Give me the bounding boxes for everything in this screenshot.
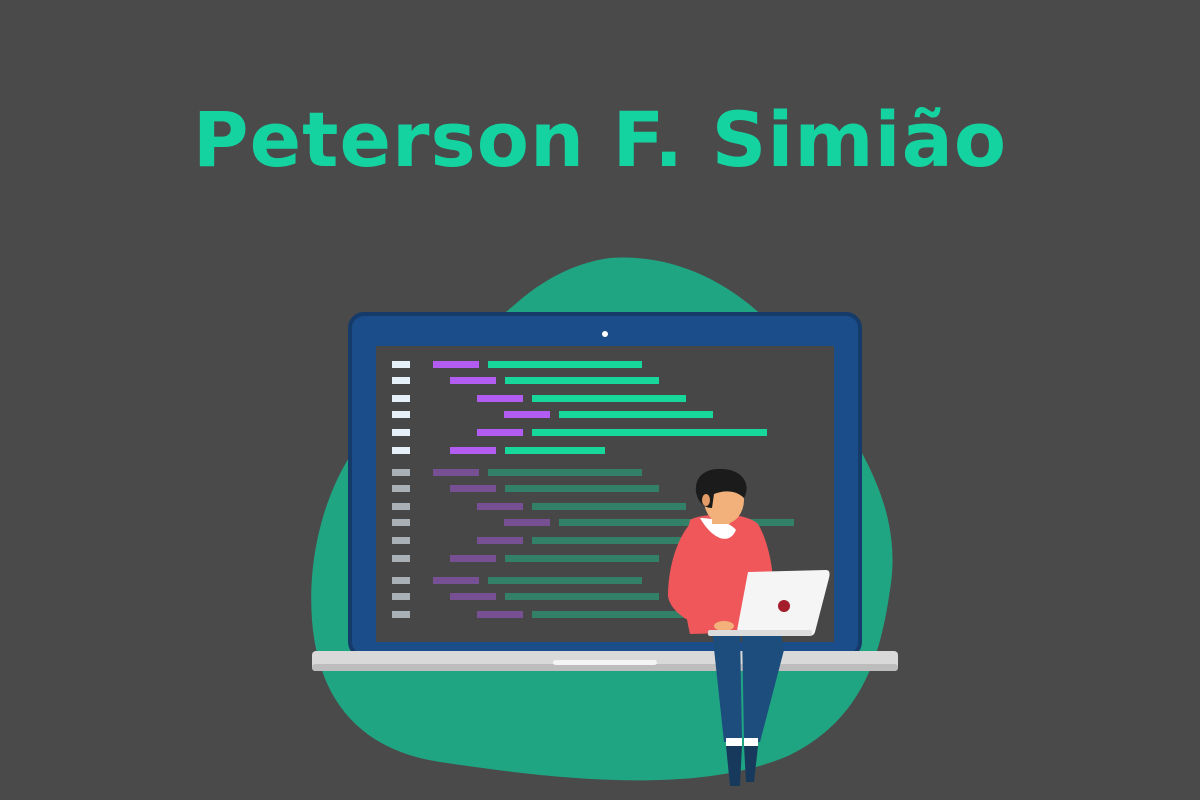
ear: [702, 494, 710, 506]
code-value-bar: [488, 361, 642, 368]
line-number-mark: [392, 519, 410, 526]
trackpad-notch: [553, 660, 657, 665]
laptop-base-shadow: [312, 664, 898, 671]
code-value-bar: [532, 611, 686, 618]
code-value-bar: [532, 429, 767, 436]
line-number-mark: [392, 555, 410, 562]
line-number-mark: [392, 469, 410, 476]
line-number-mark: [392, 411, 410, 418]
code-keyword-bar: [450, 447, 496, 454]
code-value-bar: [559, 411, 713, 418]
right-shoe: [744, 746, 758, 782]
code-keyword-bar: [433, 577, 479, 584]
line-number-mark: [392, 395, 410, 402]
left-sock: [726, 738, 742, 746]
code-keyword-bar: [450, 377, 496, 384]
code-value-bar: [505, 555, 659, 562]
left-shoe: [726, 746, 742, 786]
code-value-bar: [505, 447, 605, 454]
code-keyword-bar: [477, 395, 523, 402]
code-keyword-bar: [450, 485, 496, 492]
webcam-icon: [602, 331, 608, 337]
line-number-mark: [392, 537, 410, 544]
code-keyword-bar: [450, 593, 496, 600]
code-value-bar: [505, 485, 659, 492]
code-value-bar: [505, 593, 659, 600]
code-value-bar: [532, 503, 686, 510]
line-number-mark: [392, 377, 410, 384]
hand: [714, 621, 734, 631]
code-keyword-bar: [477, 537, 523, 544]
line-number-mark: [392, 429, 410, 436]
page: Peterson F. Simião: [0, 0, 1200, 800]
code-keyword-bar: [433, 361, 479, 368]
line-number-mark: [392, 447, 410, 454]
line-number-mark: [392, 485, 410, 492]
code-keyword-bar: [504, 519, 550, 526]
small-laptop-base: [708, 630, 812, 636]
line-number-mark: [392, 577, 410, 584]
code-keyword-bar: [504, 411, 550, 418]
small-laptop-logo: [778, 600, 790, 612]
code-value-bar: [532, 537, 686, 544]
code-value-bar: [532, 395, 686, 402]
code-value-bar: [559, 519, 794, 526]
right-sock: [744, 738, 758, 746]
code-value-bar: [488, 577, 642, 584]
code-keyword-bar: [477, 611, 523, 618]
line-number-mark: [392, 611, 410, 618]
line-number-mark: [392, 503, 410, 510]
code-value-bar: [505, 377, 659, 384]
line-number-mark: [392, 361, 410, 368]
code-keyword-bar: [450, 555, 496, 562]
code-keyword-bar: [477, 429, 523, 436]
code-keyword-bar: [477, 503, 523, 510]
line-number-mark: [392, 593, 410, 600]
code-keyword-bar: [433, 469, 479, 476]
code-value-bar: [488, 469, 642, 476]
developer-illustration: [311, 257, 898, 786]
